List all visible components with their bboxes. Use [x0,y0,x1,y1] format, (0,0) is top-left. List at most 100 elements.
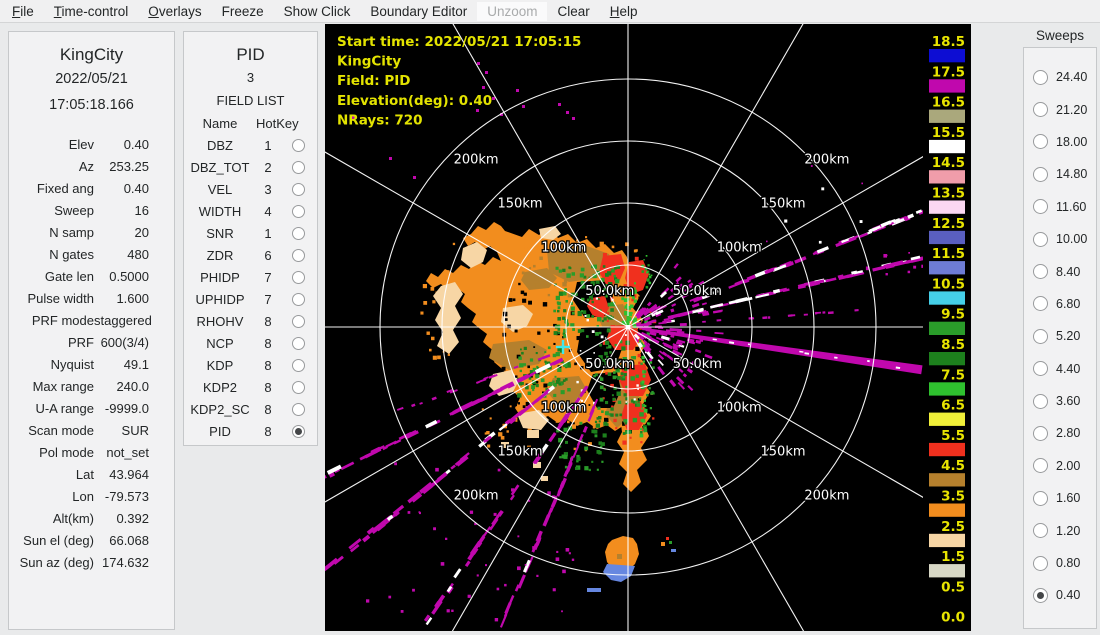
svg-text:Field: PID: Field: PID [337,73,411,89]
station-row-n-samp: N samp20 [9,221,174,243]
sweep-radio-4.40[interactable] [1033,361,1048,376]
sweep-radio-8.40-dot [1037,268,1044,275]
field-radio-kdp2[interactable] [292,381,305,394]
station-row-label: Alt(km) [9,511,94,526]
field-row-kdp2-sc[interactable]: KDP2_SC8 [184,398,317,420]
sweep-option-2.80[interactable]: 2.80 [1024,417,1096,449]
sweep-radio-1.60[interactable] [1033,491,1048,506]
sweep-radio-2.00[interactable] [1033,458,1048,473]
field-radio-dbz[interactable] [292,139,305,152]
sweep-option-1.20[interactable]: 1.20 [1024,514,1096,546]
field-hotkey: 8 [256,424,280,439]
field-radio-pid[interactable] [292,425,305,438]
sweep-option-21.20[interactable]: 21.20 [1024,93,1096,125]
sweep-option-4.40[interactable]: 4.40 [1024,353,1096,385]
field-radio-cell [280,139,317,152]
sweep-option-10.00[interactable]: 10.00 [1024,223,1096,255]
field-radio-width[interactable] [292,205,305,218]
field-row-vel[interactable]: VEL3 [184,178,317,200]
sweep-radio-1.20[interactable] [1033,523,1048,538]
field-radio-uphidp[interactable] [292,293,305,306]
sweep-option-6.80[interactable]: 6.80 [1024,288,1096,320]
field-row-pid[interactable]: PID8 [184,420,317,442]
menu-item-freeze[interactable]: Freeze [212,2,274,21]
station-row-label: U-A range [9,401,94,416]
field-radio-dbz-tot[interactable] [292,161,305,174]
sweep-radio-3.60-dot [1037,398,1044,405]
field-radio-uphidp-dot [295,296,302,303]
field-row-kdp2[interactable]: KDP28 [184,376,317,398]
sweep-radio-6.80[interactable] [1033,296,1048,311]
field-radio-phidp[interactable] [292,271,305,284]
sweep-option-14.80[interactable]: 14.80 [1024,158,1096,190]
field-row-kdp[interactable]: KDP8 [184,354,317,376]
sweep-radio-21.20[interactable] [1033,102,1048,117]
svg-text:5.5: 5.5 [941,428,965,444]
sweep-radio-11.60[interactable] [1033,199,1048,214]
sweep-option-18.00[interactable]: 18.00 [1024,126,1096,158]
station-row-value: 0.40 [94,137,174,152]
sweep-radio-5.20[interactable] [1033,329,1048,344]
svg-text:50.0km: 50.0km [673,284,722,299]
field-row-snr[interactable]: SNR1 [184,222,317,244]
sweep-radio-3.60[interactable] [1033,394,1048,409]
sweep-radio-24.40[interactable] [1033,70,1048,85]
field-radio-zdr[interactable] [292,249,305,262]
field-radio-ncp[interactable] [292,337,305,350]
field-radio-kdp[interactable] [292,359,305,372]
svg-text:7.5: 7.5 [941,367,965,383]
field-row-dbz-tot[interactable]: DBZ_TOT2 [184,156,317,178]
menu-item-overlays[interactable]: Overlays [138,2,211,21]
menu-item-unzoom[interactable]: Unzoom [477,2,547,21]
station-row-value: 66.068 [94,533,174,548]
sweep-radio-14.80[interactable] [1033,167,1048,182]
sweep-option-0.80[interactable]: 0.80 [1024,547,1096,579]
field-name: ZDR [184,248,256,263]
field-radio-rhohv[interactable] [292,315,305,328]
sweep-radio-18.00[interactable] [1033,134,1048,149]
sweep-option-1.60[interactable]: 1.60 [1024,482,1096,514]
sweep-radio-2.80[interactable] [1033,426,1048,441]
field-radio-cell [280,425,317,438]
menu-item-time-control[interactable]: Time-control [44,2,139,21]
svg-text:16.5: 16.5 [932,95,965,111]
sweep-option-5.20[interactable]: 5.20 [1024,320,1096,352]
svg-text:4.5: 4.5 [941,458,965,474]
field-row-ncp[interactable]: NCP8 [184,332,317,354]
field-row-rhohv[interactable]: RHOHV8 [184,310,317,332]
field-row-zdr[interactable]: ZDR6 [184,244,317,266]
field-row-phidp[interactable]: PHIDP7 [184,266,317,288]
field-radio-kdp2-dot [295,384,302,391]
sweep-option-11.60[interactable]: 11.60 [1024,191,1096,223]
field-radio-vel[interactable] [292,183,305,196]
station-row-label: PRF mode [9,313,94,328]
station-row-label: Elev [9,137,94,152]
sweep-radio-8.40[interactable] [1033,264,1048,279]
sweep-option-24.40[interactable]: 24.40 [1024,61,1096,93]
sweep-option-3.60[interactable]: 3.60 [1024,385,1096,417]
sweep-option-8.40[interactable]: 8.40 [1024,255,1096,287]
sweep-radio-10.00[interactable] [1033,232,1048,247]
menu-item-file[interactable]: File [2,2,44,21]
field-radio-cell [280,381,317,394]
field-radio-kdp2-sc-dot [295,406,302,413]
svg-text:15.5: 15.5 [932,125,965,141]
menu-item-clear[interactable]: Clear [547,2,599,21]
menu-item-help[interactable]: Help [600,2,648,21]
field-radio-kdp2-sc[interactable] [292,403,305,416]
radar-display[interactable]: 50.0km50.0km50.0km50.0km100km100km100km1… [325,24,971,631]
sweep-radio-0.40[interactable] [1033,588,1048,603]
field-row-uphidp[interactable]: UPHIDP7 [184,288,317,310]
field-row-width[interactable]: WIDTH4 [184,200,317,222]
sweep-radio-11.60-dot [1037,203,1044,210]
station-row-value: 0.40 [94,181,174,196]
sweep-option-2.00[interactable]: 2.00 [1024,450,1096,482]
sweep-option-0.40[interactable]: 0.40 [1024,579,1096,611]
field-row-dbz[interactable]: DBZ1 [184,134,317,156]
field-list-heading: FIELD LIST [184,90,317,112]
sweep-radio-0.80[interactable] [1033,556,1048,571]
station-row-label: Nyquist [9,357,94,372]
menu-item-boundary-editor[interactable]: Boundary Editor [360,2,477,21]
field-radio-snr[interactable] [292,227,305,240]
menu-item-show-click[interactable]: Show Click [274,2,361,21]
